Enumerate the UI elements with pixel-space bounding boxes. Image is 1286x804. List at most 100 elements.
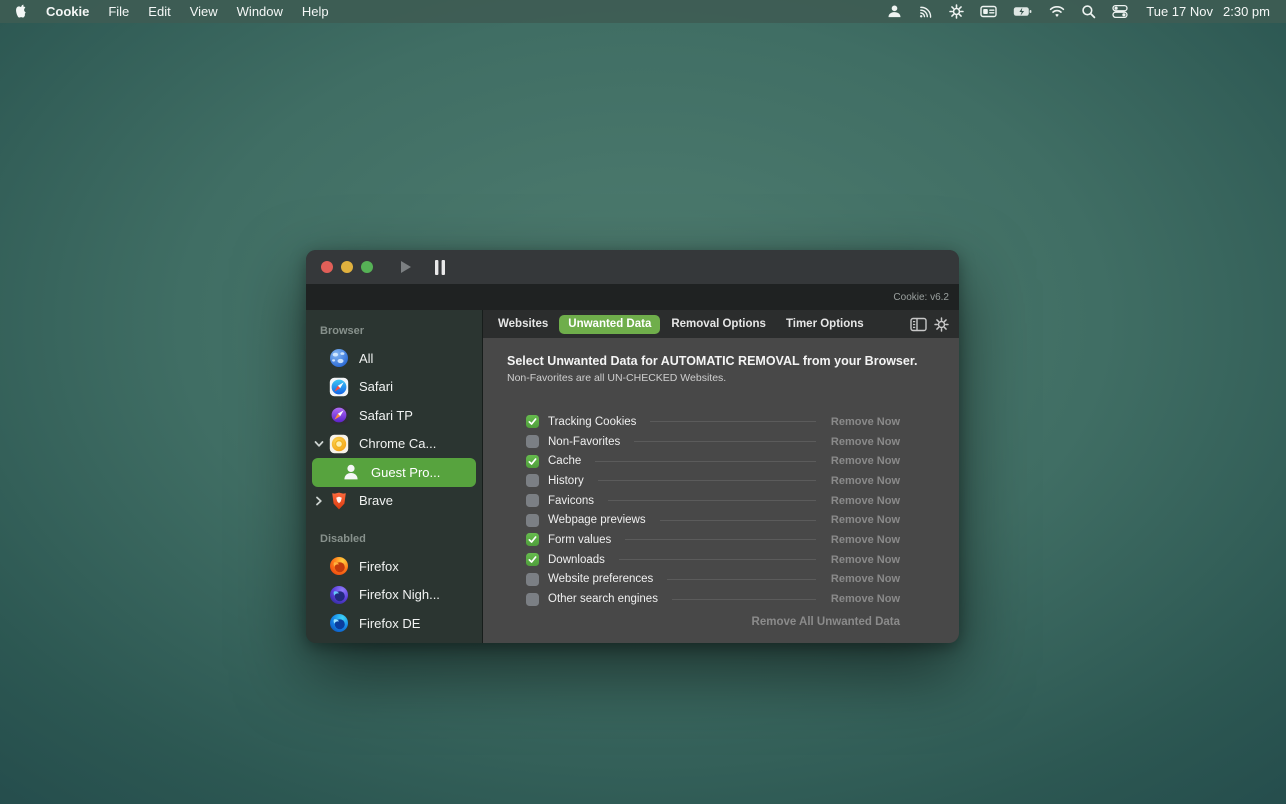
sidebar-item-label: Safari TP — [359, 408, 413, 423]
data-item-label: Favicons — [548, 495, 594, 507]
row-divider — [608, 500, 816, 501]
menu-bar-clock[interactable]: 2:30 pm — [1223, 4, 1270, 19]
checkbox-favicons[interactable] — [526, 494, 539, 507]
data-item-label: Webpage previews — [548, 514, 646, 526]
data-item-label: Form values — [548, 534, 611, 546]
remove-now-button-favicons[interactable]: Remove Now — [828, 495, 900, 507]
minimize-button[interactable] — [341, 261, 353, 273]
chevron-right-icon[interactable] — [314, 496, 329, 506]
remove-now-button-website-preferences[interactable]: Remove Now — [828, 573, 900, 585]
settings-gear-icon[interactable] — [934, 317, 949, 332]
checkbox-form-values[interactable] — [526, 533, 539, 546]
data-item-label: Other search engines — [548, 593, 658, 605]
menu-bar-date[interactable]: Tue 17 Nov — [1146, 4, 1213, 19]
sidebar: Browser All Safari Safari TP Chrome Ca... Gue… — [306, 310, 483, 643]
remove-now-button-non-favorites[interactable]: Remove Now — [828, 436, 900, 448]
user-icon[interactable] — [887, 4, 902, 19]
checkbox-downloads[interactable] — [526, 553, 539, 566]
globe-icon — [329, 348, 349, 368]
checkbox-website-preferences[interactable] — [526, 573, 539, 586]
tab-timer-options[interactable]: Timer Options — [777, 315, 873, 334]
sidebar-item-label: Chrome Ca... — [359, 436, 436, 451]
sidebar-item-label: Firefox — [359, 559, 399, 574]
chevron-down-icon[interactable] — [314, 439, 329, 449]
data-item-label: Cache — [548, 455, 581, 467]
sidebar-item-label: Brave — [359, 493, 393, 508]
sidebar-item-chrome[interactable]: Chrome — [306, 638, 482, 644]
data-item-label: Website preferences — [548, 573, 653, 585]
sidebar-item-firefox-de[interactable]: Firefox DE — [306, 609, 482, 638]
sidebar-item-label: Firefox DE — [359, 616, 420, 631]
sidebar-item-chrome-ca[interactable]: Chrome Ca... — [306, 430, 482, 459]
unwanted-data-panel: Select Unwanted Data for AUTOMATIC REMOV… — [483, 338, 959, 643]
battery-charging-icon[interactable] — [1013, 4, 1033, 19]
wifi-icon[interactable] — [1049, 5, 1065, 18]
menu-view[interactable]: View — [190, 4, 218, 19]
sidebar-item-safari[interactable]: Safari — [306, 373, 482, 402]
close-button[interactable] — [321, 261, 333, 273]
data-item-label: Tracking Cookies — [548, 416, 636, 428]
checkbox-history[interactable] — [526, 474, 539, 487]
gear-icon[interactable] — [949, 4, 964, 19]
data-row-cache: Cache Remove Now — [526, 451, 900, 471]
version-label: Cookie: v6.2 — [893, 292, 949, 303]
zoom-button[interactable] — [361, 261, 373, 273]
sidebar-item-safari-tp[interactable]: Safari TP — [306, 401, 482, 430]
sidebar-item-brave[interactable]: Brave — [306, 487, 482, 516]
sidebar-item-firefox-nigh[interactable]: Firefox Nigh... — [306, 581, 482, 610]
sidebar-section-header-disabled: Disabled — [306, 528, 482, 552]
remove-now-button-downloads[interactable]: Remove Now — [828, 554, 900, 566]
sidebar-item-all[interactable]: All — [306, 344, 482, 373]
tab-removal-options[interactable]: Removal Options — [662, 315, 775, 334]
sidebar-section-header-browser: Browser — [306, 320, 482, 344]
pause-icon[interactable] — [434, 260, 446, 275]
menu-window[interactable]: Window — [237, 4, 283, 19]
chrome-icon — [329, 642, 349, 643]
remove-all-unwanted-data-button[interactable]: Remove All Unwanted Data — [526, 616, 900, 628]
checkbox-tracking-cookies[interactable] — [526, 415, 539, 428]
firefox-icon — [329, 556, 349, 576]
sidebar-item-label: Safari — [359, 379, 393, 394]
app-menu-title[interactable]: Cookie — [46, 4, 89, 19]
row-divider — [634, 441, 816, 442]
remove-now-button-other-search-engines[interactable]: Remove Now — [828, 593, 900, 605]
window-titlebar[interactable] — [306, 250, 959, 284]
sidebar-item-guest-pro[interactable]: Guest Pro... — [312, 458, 476, 487]
menu-help[interactable]: Help — [302, 4, 329, 19]
sidebar-item-label: Firefox Nigh... — [359, 587, 440, 602]
checkbox-webpage-previews[interactable] — [526, 514, 539, 527]
sidebar-toggle-icon[interactable] — [910, 317, 927, 332]
data-row-downloads: Downloads Remove Now — [526, 550, 900, 570]
data-item-label: Downloads — [548, 554, 605, 566]
menu-edit[interactable]: Edit — [148, 4, 170, 19]
play-icon[interactable] — [399, 260, 412, 274]
remove-now-button-webpage-previews[interactable]: Remove Now — [828, 514, 900, 526]
firefox-de-icon — [329, 613, 349, 633]
row-divider — [598, 480, 816, 481]
checkbox-other-search-engines[interactable] — [526, 593, 539, 606]
remove-now-button-history[interactable]: Remove Now — [828, 475, 900, 487]
search-icon[interactable] — [1081, 4, 1096, 19]
remove-now-button-tracking-cookies[interactable]: Remove Now — [828, 416, 900, 428]
row-divider — [660, 520, 816, 521]
panel-subtitle: Non-Favorites are all UN-CHECKED Website… — [507, 372, 959, 384]
checkbox-non-favorites[interactable] — [526, 435, 539, 448]
remove-now-button-form-values[interactable]: Remove Now — [828, 534, 900, 546]
cookie-window: Cookie: v6.2 Browser All Safari Safari TP Ch… — [306, 250, 959, 643]
radio-waves-icon[interactable] — [918, 4, 933, 19]
checkbox-cache[interactable] — [526, 455, 539, 468]
control-center-icon[interactable] — [1112, 4, 1128, 19]
sidebar-item-label: All — [359, 351, 373, 366]
data-item-label: Non-Favorites — [548, 436, 620, 448]
tab-unwanted-data[interactable]: Unwanted Data — [559, 315, 660, 334]
data-row-form-values: Form values Remove Now — [526, 530, 900, 550]
apple-menu-icon[interactable] — [14, 4, 27, 19]
chrome-canary-icon — [329, 434, 349, 454]
display-card-icon[interactable] — [980, 4, 997, 19]
data-row-tracking-cookies: Tracking Cookies Remove Now — [526, 412, 900, 432]
sidebar-item-firefox[interactable]: Firefox — [306, 552, 482, 581]
menu-file[interactable]: File — [108, 4, 129, 19]
tab-websites[interactable]: Websites — [489, 315, 557, 334]
remove-now-button-cache[interactable]: Remove Now — [828, 455, 900, 467]
row-divider — [672, 599, 816, 600]
